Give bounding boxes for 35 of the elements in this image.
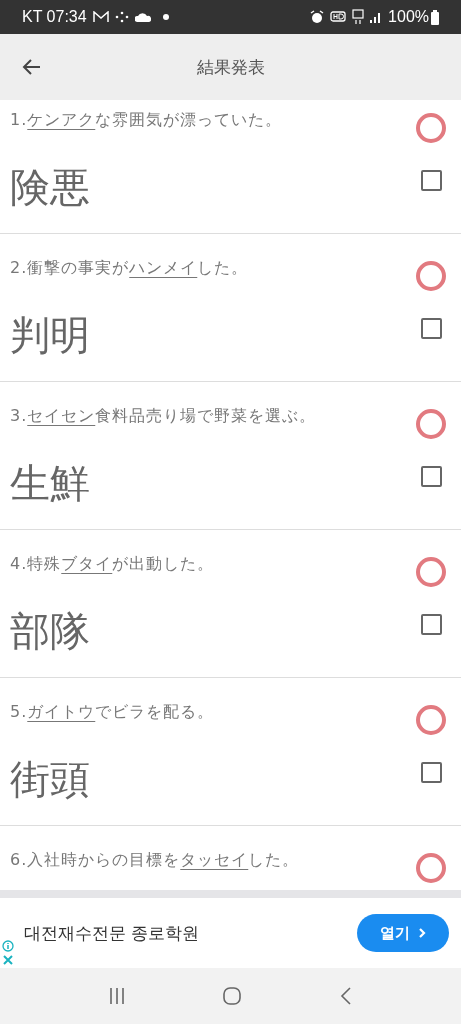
chevron-icon — [418, 927, 426, 939]
status-time: KT 07:34 — [22, 8, 87, 26]
cloud-icon — [134, 12, 151, 22]
answer-text: 部隊 — [9, 607, 90, 656]
question-sentence: 4.特殊ブタイが出動した。 — [9, 553, 216, 575]
signal-icon — [370, 11, 383, 23]
question-sentence: 3.セイセン食料品売り場で野菜を選ぶ。 — [9, 405, 318, 427]
recent-apps-icon[interactable] — [108, 987, 127, 1005]
info-icon[interactable] — [2, 940, 14, 952]
checkbox[interactable] — [420, 762, 442, 783]
checkbox[interactable] — [420, 614, 442, 635]
alarm-icon — [310, 10, 325, 24]
question-sentence: 6.入社時からの目標を タッセイ した。 — [9, 849, 301, 871]
battery-icon — [431, 9, 439, 25]
mail-icon — [92, 11, 109, 23]
page-title: 結果発表 — [195, 55, 266, 79]
question-sentence: 2.衝撃の事実がハンメイ した。 — [9, 257, 250, 279]
dots-icon — [114, 11, 129, 23]
answer-text: 街頭 — [9, 755, 90, 804]
battery-percent: 100% — [388, 8, 429, 26]
dot-icon — [162, 14, 169, 20]
checkbox[interactable] — [420, 466, 442, 487]
hd-icon — [330, 11, 347, 23]
answer-text: 険悪 — [9, 163, 90, 212]
home-icon[interactable] — [222, 986, 243, 1006]
close-icon[interactable] — [2, 954, 14, 966]
answer-text: 生鮮 — [9, 459, 90, 508]
checkbox[interactable] — [420, 318, 442, 339]
network-icon — [352, 9, 365, 25]
ad-title[interactable]: 대전재수전문 종로학원 — [24, 921, 357, 945]
back-nav-icon[interactable] — [338, 986, 353, 1006]
checkbox[interactable] — [420, 170, 442, 191]
question-sentence: 5.ガイトウ でビラを配る。 — [9, 701, 216, 723]
answer-text: 判明 — [9, 311, 90, 360]
question-sentence: 1.ケンアク な雰囲気が漂っていた。 — [9, 109, 284, 131]
